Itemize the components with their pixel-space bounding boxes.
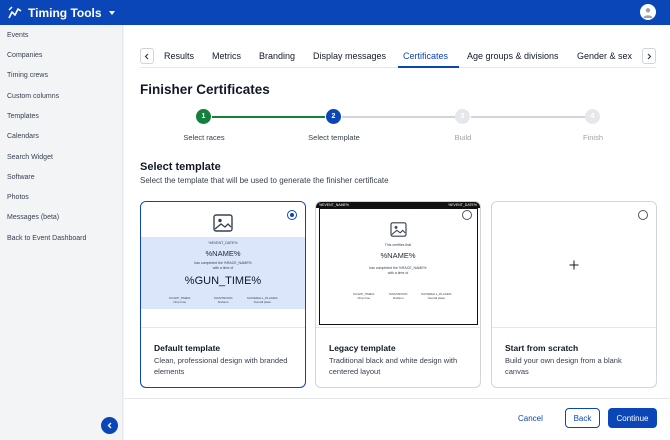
preview-certifies: This certifies that (384, 243, 412, 247)
stepper-connector (471, 116, 585, 118)
template-preview-scratch (492, 202, 656, 328)
tab-age-groups-divisions[interactable]: Age groups & divisions (467, 51, 559, 61)
template-card-scratch[interactable]: Start from scratch Build your own design… (491, 201, 657, 388)
preview-column: %DIVISION% Division (389, 292, 408, 300)
active-tab-indicator (398, 66, 459, 68)
plus-icon (569, 260, 579, 270)
sidebar-item-messages[interactable]: Messages (beta) (7, 214, 59, 221)
template-card-default[interactable]: %EVENT_DATE% %NAME% has completed the %R… (140, 201, 306, 388)
chevron-down-icon (108, 10, 115, 15)
sidebar-item-calendars[interactable]: Calendars (7, 133, 39, 140)
stepper-connector (342, 116, 455, 118)
app-switcher[interactable]: Timing Tools (8, 6, 115, 20)
sidebar-item-events[interactable]: Events (7, 32, 28, 39)
template-title: Default template (154, 343, 221, 353)
preview-column: %DIVISION% Division (214, 296, 233, 304)
preview-column-label: Division (218, 300, 229, 304)
step-1-indicator: 1 (196, 109, 211, 124)
tab-certificates[interactable]: Certificates (403, 51, 448, 61)
step-3-indicator: 3 (455, 109, 470, 124)
tab-branding[interactable]: Branding (259, 51, 295, 61)
continue-button[interactable]: Continue (608, 408, 657, 428)
chevron-left-icon (107, 422, 111, 429)
step-1-label: Select races (183, 133, 225, 142)
preview-gun-time: %GUN_TIME% (184, 275, 262, 287)
preview-column-label: Chip time (357, 296, 370, 300)
step-3-label: Build (454, 133, 472, 142)
chart-icon (8, 6, 22, 18)
template-title: Start from scratch (505, 343, 579, 353)
sidebar-item-templates[interactable]: Templates (7, 113, 39, 120)
collapse-sidebar-button[interactable] (101, 417, 118, 434)
step-4-indicator: 4 (585, 109, 600, 124)
image-icon (390, 222, 407, 237)
preview-event-name: %EVENT_NAME% (319, 203, 349, 207)
tab-metrics[interactable]: Metrics (212, 51, 241, 61)
tabs-scroll-left-button[interactable] (140, 48, 154, 64)
template-preview-default: %EVENT_DATE% %NAME% has completed the %R… (141, 202, 305, 328)
page-title: Finisher Certificates (140, 82, 270, 97)
back-button[interactable]: Back (565, 408, 600, 428)
tab-results[interactable]: Results (164, 51, 194, 61)
sidebar: Events Companies Timing crews Custom col… (0, 25, 123, 440)
sidebar-item-photos[interactable]: Photos (7, 194, 29, 201)
preview-completed-line: has completed the %RACE_NAME% (194, 261, 252, 265)
wizard-footer: Cancel Back Continue (124, 398, 670, 440)
preview-column-label: Chip time (173, 300, 186, 304)
preview-event-date: %EVENT_DATE% (448, 203, 477, 207)
sidebar-item-search-widget[interactable]: Search Widget (7, 154, 53, 161)
cancel-button[interactable]: Cancel (518, 414, 543, 423)
template-description: Build your own design from a blank canva… (505, 356, 622, 376)
section-title: Select template (140, 161, 221, 173)
sidebar-item-software[interactable]: Software (7, 174, 35, 181)
step-4-label: Finish (582, 133, 604, 142)
preview-completed-line: has completed the %RACE_NAME% (369, 266, 427, 270)
template-description: Traditional black and white design with … (329, 356, 458, 376)
preview-column: %CHIP_TIME% Chip time (353, 292, 374, 300)
chevron-left-icon (144, 53, 149, 59)
sidebar-item-timing-crews[interactable]: Timing crews (7, 72, 48, 79)
preview-time-line: with a time of (387, 271, 409, 275)
step-2-label: Select template (308, 133, 360, 142)
preview-name: %NAME% (205, 249, 241, 258)
sidebar-item-back-to-event-dashboard[interactable]: Back to Event Dashboard (7, 235, 86, 242)
step-2-indicator: 2 (326, 109, 341, 124)
chevron-right-icon (647, 53, 652, 59)
tab-gender-sex[interactable]: Gender & sex (577, 51, 632, 61)
top-bar: Timing Tools (0, 0, 670, 25)
preview-time-line: with a time of (212, 266, 234, 270)
preview-column-label: Overall place (253, 300, 272, 304)
template-description: Clean, professional design with branded … (154, 356, 288, 376)
main-content: Results Metrics Branding Display message… (124, 25, 670, 440)
sidebar-item-companies[interactable]: Companies (7, 52, 42, 59)
preview-name: %NAME% (380, 251, 416, 260)
avatar[interactable] (640, 4, 656, 20)
image-icon (213, 214, 233, 232)
preview-column: %CHIP_TIME% Chip time (169, 296, 190, 304)
preview-column: %OVERALL_PLACE% Overall place (247, 296, 278, 304)
preview-column-label: Division (393, 296, 404, 300)
tab-display-messages[interactable]: Display messages (313, 51, 386, 61)
section-subtitle: Select the template that will be used to… (140, 176, 389, 185)
template-preview-legacy: %EVENT_NAME% %EVENT_DATE% This certifies… (316, 202, 480, 328)
sidebar-item-custom-columns[interactable]: Custom columns (7, 93, 59, 100)
stepper-connector (212, 116, 325, 118)
preview-column: %OVERALL_PLACE% Overall place (421, 292, 452, 300)
preview-event-date: %EVENT_DATE% (208, 241, 238, 245)
template-radio-scratch[interactable] (638, 210, 648, 220)
preview-column-label: Overall place (427, 296, 446, 300)
template-radio-legacy[interactable] (462, 210, 472, 220)
tabs-scroll-right-button[interactable] (642, 48, 656, 64)
user-icon (643, 8, 653, 18)
tab-bar: Results Metrics Branding Display message… (140, 45, 656, 68)
app-title: Timing Tools (28, 5, 102, 20)
template-card-legacy[interactable]: %EVENT_NAME% %EVENT_DATE% This certifies… (315, 201, 481, 388)
template-title: Legacy template (329, 343, 396, 353)
template-radio-default[interactable] (287, 210, 297, 220)
